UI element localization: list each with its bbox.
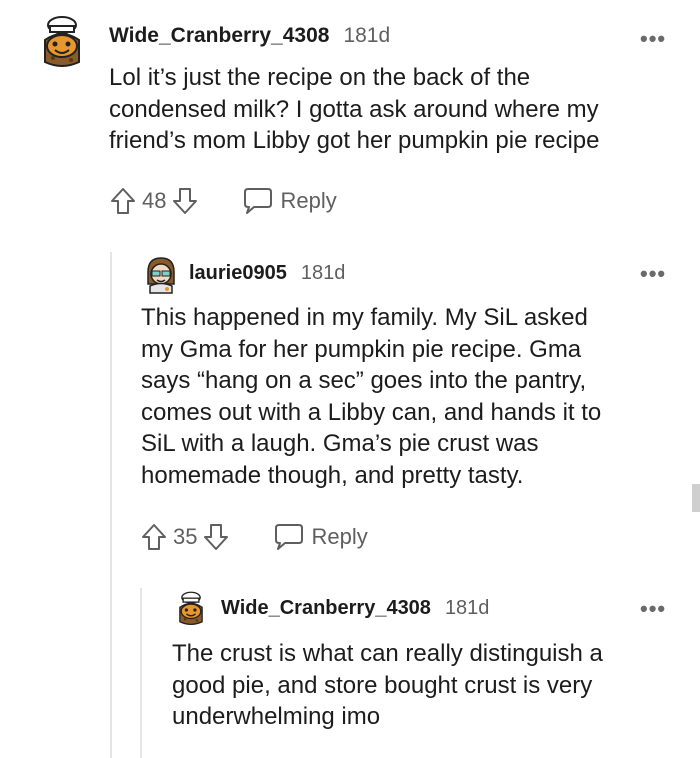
reply-label: Reply <box>280 188 337 213</box>
vote-count: 35 <box>173 524 198 549</box>
comment-line: my Gma for her pumpkin pie recipe. Gma <box>141 335 582 363</box>
comment-line: friend’s mom Libby got her pumpkin pie r… <box>109 127 600 154</box>
user-avatar[interactable] <box>33 12 91 70</box>
reply-label: Reply <box>311 524 368 549</box>
scrollbar-thumb[interactable] <box>692 484 700 512</box>
username[interactable]: laurie0905 <box>189 262 287 285</box>
speech-bubble-icon <box>273 522 305 552</box>
user-avatar[interactable] <box>142 254 180 294</box>
upvote-arrow-icon[interactable] <box>110 187 136 215</box>
comment-line: underwhelming imo <box>172 703 381 730</box>
more-options-icon[interactable]: ••• <box>640 598 666 620</box>
downvote-arrow-icon[interactable] <box>203 523 229 551</box>
comment-body: Lol it’s just the recipe on the back of … <box>109 62 599 157</box>
comment-line: SiL with a laugh. Gma’s pie crust was <box>141 430 539 457</box>
user-avatar[interactable] <box>172 588 210 628</box>
reply-button[interactable]: Reply <box>273 522 368 552</box>
more-options-icon[interactable]: ••• <box>640 263 666 285</box>
comment-line: condensed milk? I gotta ask around where… <box>109 95 599 123</box>
username[interactable]: Wide_Cranberry_4308 <box>221 597 431 620</box>
comment-body: This happened in my family. My SiL asked… <box>141 302 601 491</box>
comment-line: homemade though, and pretty tasty. <box>141 461 524 489</box>
comment-line: The crust is what can really distinguish… <box>172 640 603 667</box>
comment-body: The crust is what can really distinguish… <box>172 638 603 733</box>
comment-line: This happened in my family. My SiL asked <box>141 304 588 331</box>
comment-line: says “hang on a sec” goes into the pantr… <box>141 367 587 394</box>
reply-button[interactable]: Reply <box>242 186 337 216</box>
thread-line-level-2[interactable] <box>140 588 142 758</box>
more-options-icon[interactable]: ••• <box>640 28 666 50</box>
comment-age: 181d <box>343 24 391 47</box>
girl-avatar-icon <box>147 257 175 294</box>
comment-line: comes out with a Libby can, and hands it… <box>141 398 602 426</box>
cookie-chef-avatar-icon <box>179 591 203 626</box>
speech-bubble-icon <box>242 186 274 216</box>
comment-age: 181d <box>300 262 346 284</box>
username[interactable]: Wide_Cranberry_4308 <box>109 24 329 48</box>
comment-age: 181d <box>444 597 490 619</box>
thread-line-level-1[interactable] <box>110 252 112 758</box>
comment-line: good pie, and store bought crust is very <box>172 671 593 699</box>
cookie-chef-avatar-icon <box>44 16 80 67</box>
upvote-arrow-icon[interactable] <box>141 523 167 551</box>
comment-line: Lol it’s just the recipe on the back of … <box>109 64 531 91</box>
vote-count: 48 <box>142 188 167 213</box>
downvote-arrow-icon[interactable] <box>172 187 198 215</box>
